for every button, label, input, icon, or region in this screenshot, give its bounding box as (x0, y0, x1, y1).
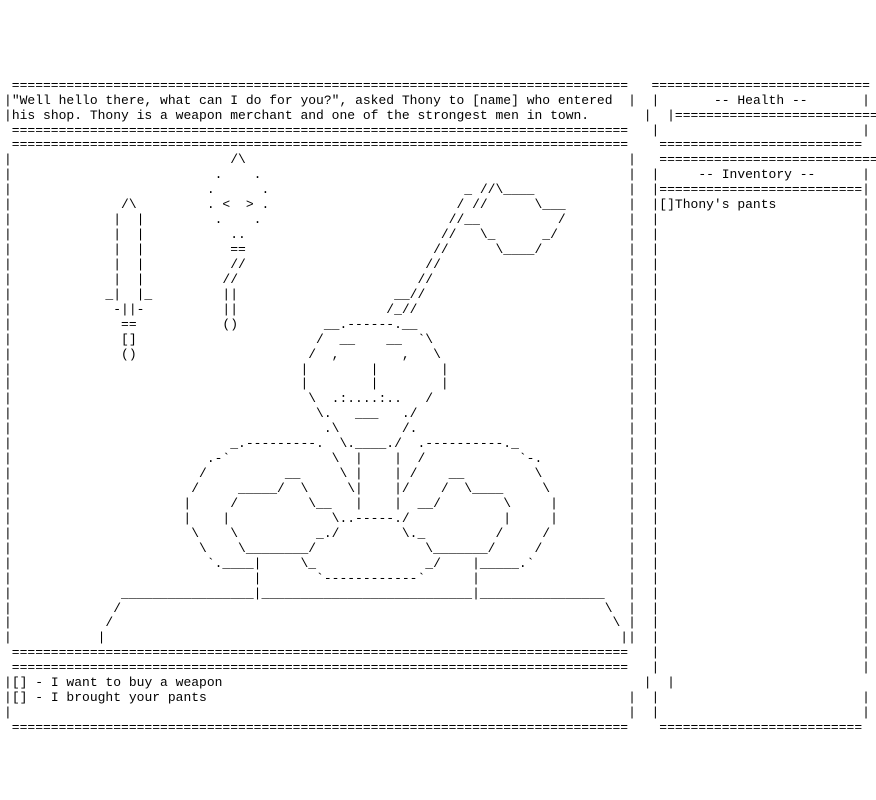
scene-row: | _.---------. \.____./ .----------._ | … (4, 436, 870, 451)
scene-row: | _| |_ || __// | | | (4, 287, 870, 302)
choice-2[interactable]: |[] - I brought your pants | | | (4, 690, 870, 705)
scene-row: | . . _ //\____ | |=====================… (4, 182, 870, 197)
scene-row: | \ \ _./ \._ / / | | | (4, 526, 870, 541)
inventory-item: Thony's pants (675, 197, 776, 212)
choice-1[interactable]: |[] - I want to buy a weapon | | | (4, 675, 876, 690)
scene-row: | \ \________/ \_______/ / | | | (4, 541, 870, 556)
scene-row: | / \ | | | (4, 615, 870, 630)
dialogue-line-2: |his shop. Thony is a weapon merchant an… (4, 108, 876, 123)
scene-row: | | | . . //__ / | | | (4, 212, 870, 227)
scene-row: | / __ \ | | / __ \ | | | (4, 466, 870, 481)
choices-blank: | | | | (4, 705, 870, 720)
scene-row: | | | // // | | | (4, 272, 870, 287)
scene-row: | \. ___ ./ | | | (4, 406, 870, 421)
bottom-border: ========================================… (4, 720, 862, 735)
scene-row: | .\ /. | | | (4, 421, 870, 436)
scene-row: | == () __.------.__ | | | (4, 317, 870, 332)
scene-row: | /\ . < > . / // \___ | |[]Thony's pant… (4, 197, 870, 212)
scene-row: | `.____| \_ _/ |_____.` | | | (4, 556, 870, 571)
scene-row: | | / \__ | | __/ \ | | | | (4, 496, 870, 511)
dialogue-bottom-border: ========================================… (4, 123, 870, 138)
scene-border-bottom: ========================================… (4, 645, 870, 660)
scene-row: | _________________|____________________… (4, 586, 870, 601)
game-screen: ========================================… (4, 64, 876, 736)
choices-border-top: ========================================… (4, 660, 870, 675)
scene-row: | .-` \ | | / `-. | | | (4, 451, 870, 466)
scene-row: | / \ | | | (4, 601, 870, 616)
scene-row: | /\ | ============================ (4, 152, 876, 167)
top-border: ========================================… (4, 78, 870, 93)
scene-row: | | | // // | | | (4, 257, 870, 272)
scene-row: | | | == // \____/ | | | (4, 242, 870, 257)
scene-row: | / _____/ \ \| |/ / \____ \ | | | (4, 481, 870, 496)
scene-row: | . . | | -- Inventory -- | (4, 167, 870, 182)
scene-row: | \ .:....:.. / | | | (4, 391, 870, 406)
scene-row: | -||- || /_// | | | (4, 302, 870, 317)
scene-border-top: ========================================… (4, 137, 862, 152)
scene-row: | () / , , \ | | | (4, 347, 870, 362)
scene-row: | | | | | | | (4, 376, 870, 391)
scene-row: | | `------------` | | | | (4, 571, 870, 586)
scene-row: | | | | | | | (4, 362, 870, 377)
scene-row: | [] / __ __ `\ | | | (4, 332, 870, 347)
scene-row: | | || | | (4, 630, 870, 645)
scene-row: | | | \..-----./ | | | | | (4, 511, 870, 526)
scene-row: | | | .. // \_ _/ | | | (4, 227, 870, 242)
dialogue-line-1: |"Well hello there, what can I do for yo… (4, 93, 870, 108)
